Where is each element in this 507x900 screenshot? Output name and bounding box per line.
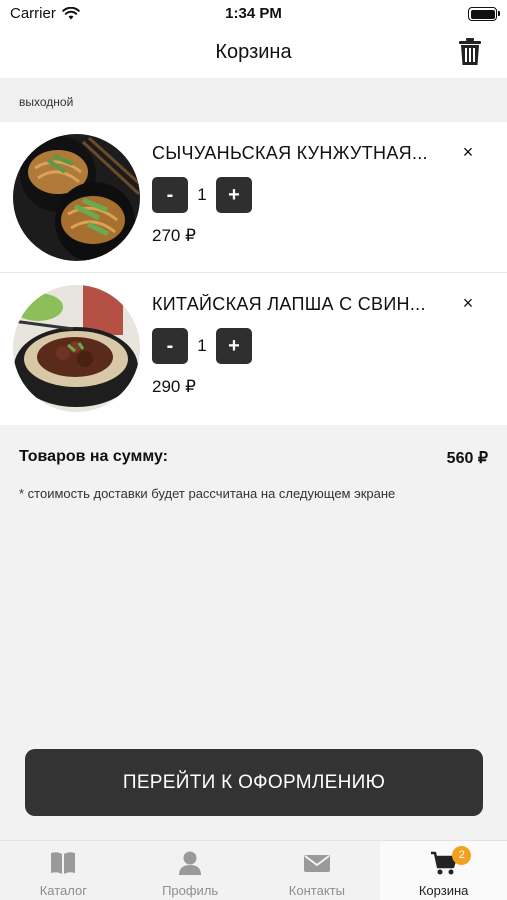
cart-item: КИТАЙСКАЯ ЛАПША С СВИН... × - 1 + 290 ₽ [0,273,507,425]
envelope-icon [303,855,330,872]
tab-label: Корзина [418,883,469,898]
quantity-value: 1 [197,336,207,355]
section-header: выходной [0,78,507,122]
remove-item-icon[interactable]: × [459,143,477,161]
cart-badge: 2 [452,846,472,865]
tab-contacts[interactable]: Контакты [254,841,381,900]
tab-label: Профиль [162,883,219,898]
order-summary: Товаров на сумму: 560 ₽ [19,448,488,468]
increase-quantity-button[interactable]: + [216,177,252,213]
tab-bar: Каталог Профиль Контакты 2 Корзина [0,840,507,900]
battery-icon [468,7,500,21]
cart-item: СЫЧУАНЬСКАЯ КУНЖУТНАЯ... × - 1 + 270 ₽ [0,122,507,273]
increase-quantity-button[interactable]: + [216,328,252,364]
tab-catalog[interactable]: Каталог [0,841,127,900]
status-bar: Carrier 1:34 PM [0,0,507,28]
page-title: Корзина [215,41,292,63]
summary-total: 560 ₽ [446,450,488,467]
decrease-quantity-button[interactable]: - [152,328,188,364]
quantity-stepper: - 1 + [152,177,252,213]
summary-label: Товаров на сумму: [19,448,168,465]
product-image [13,134,140,261]
product-image [13,285,140,412]
remove-item-icon[interactable]: × [459,294,477,312]
trash-icon[interactable] [458,38,482,66]
quantity-stepper: - 1 + [152,328,252,364]
product-price: 290 ₽ [152,377,196,396]
quantity-value: 1 [197,185,207,204]
checkout-button[interactable]: ПЕРЕЙТИ К ОФОРМЛЕНИЮ [25,749,483,816]
tab-cart[interactable]: 2 Корзина [380,841,507,900]
product-name: КИТАЙСКАЯ ЛАПША С СВИН... [152,294,426,314]
tab-profile[interactable]: Профиль [127,841,254,900]
decrease-quantity-button[interactable]: - [152,177,188,213]
book-icon [51,852,76,874]
status-time: 1:34 PM [225,5,282,22]
tab-label: Контакты [288,883,345,898]
section-label: выходной [19,95,74,109]
cart-list: СЫЧУАНЬСКАЯ КУНЖУТНАЯ... × - 1 + 270 ₽ К… [0,122,507,425]
navigation-bar: Корзина [0,28,507,78]
product-price: 270 ₽ [152,226,196,245]
person-icon [179,851,202,875]
tab-label: Каталог [39,883,87,898]
delivery-note: * стоимость доставки будет рассчитана на… [19,486,396,501]
product-name: СЫЧУАНЬСКАЯ КУНЖУТНАЯ... [152,143,428,163]
